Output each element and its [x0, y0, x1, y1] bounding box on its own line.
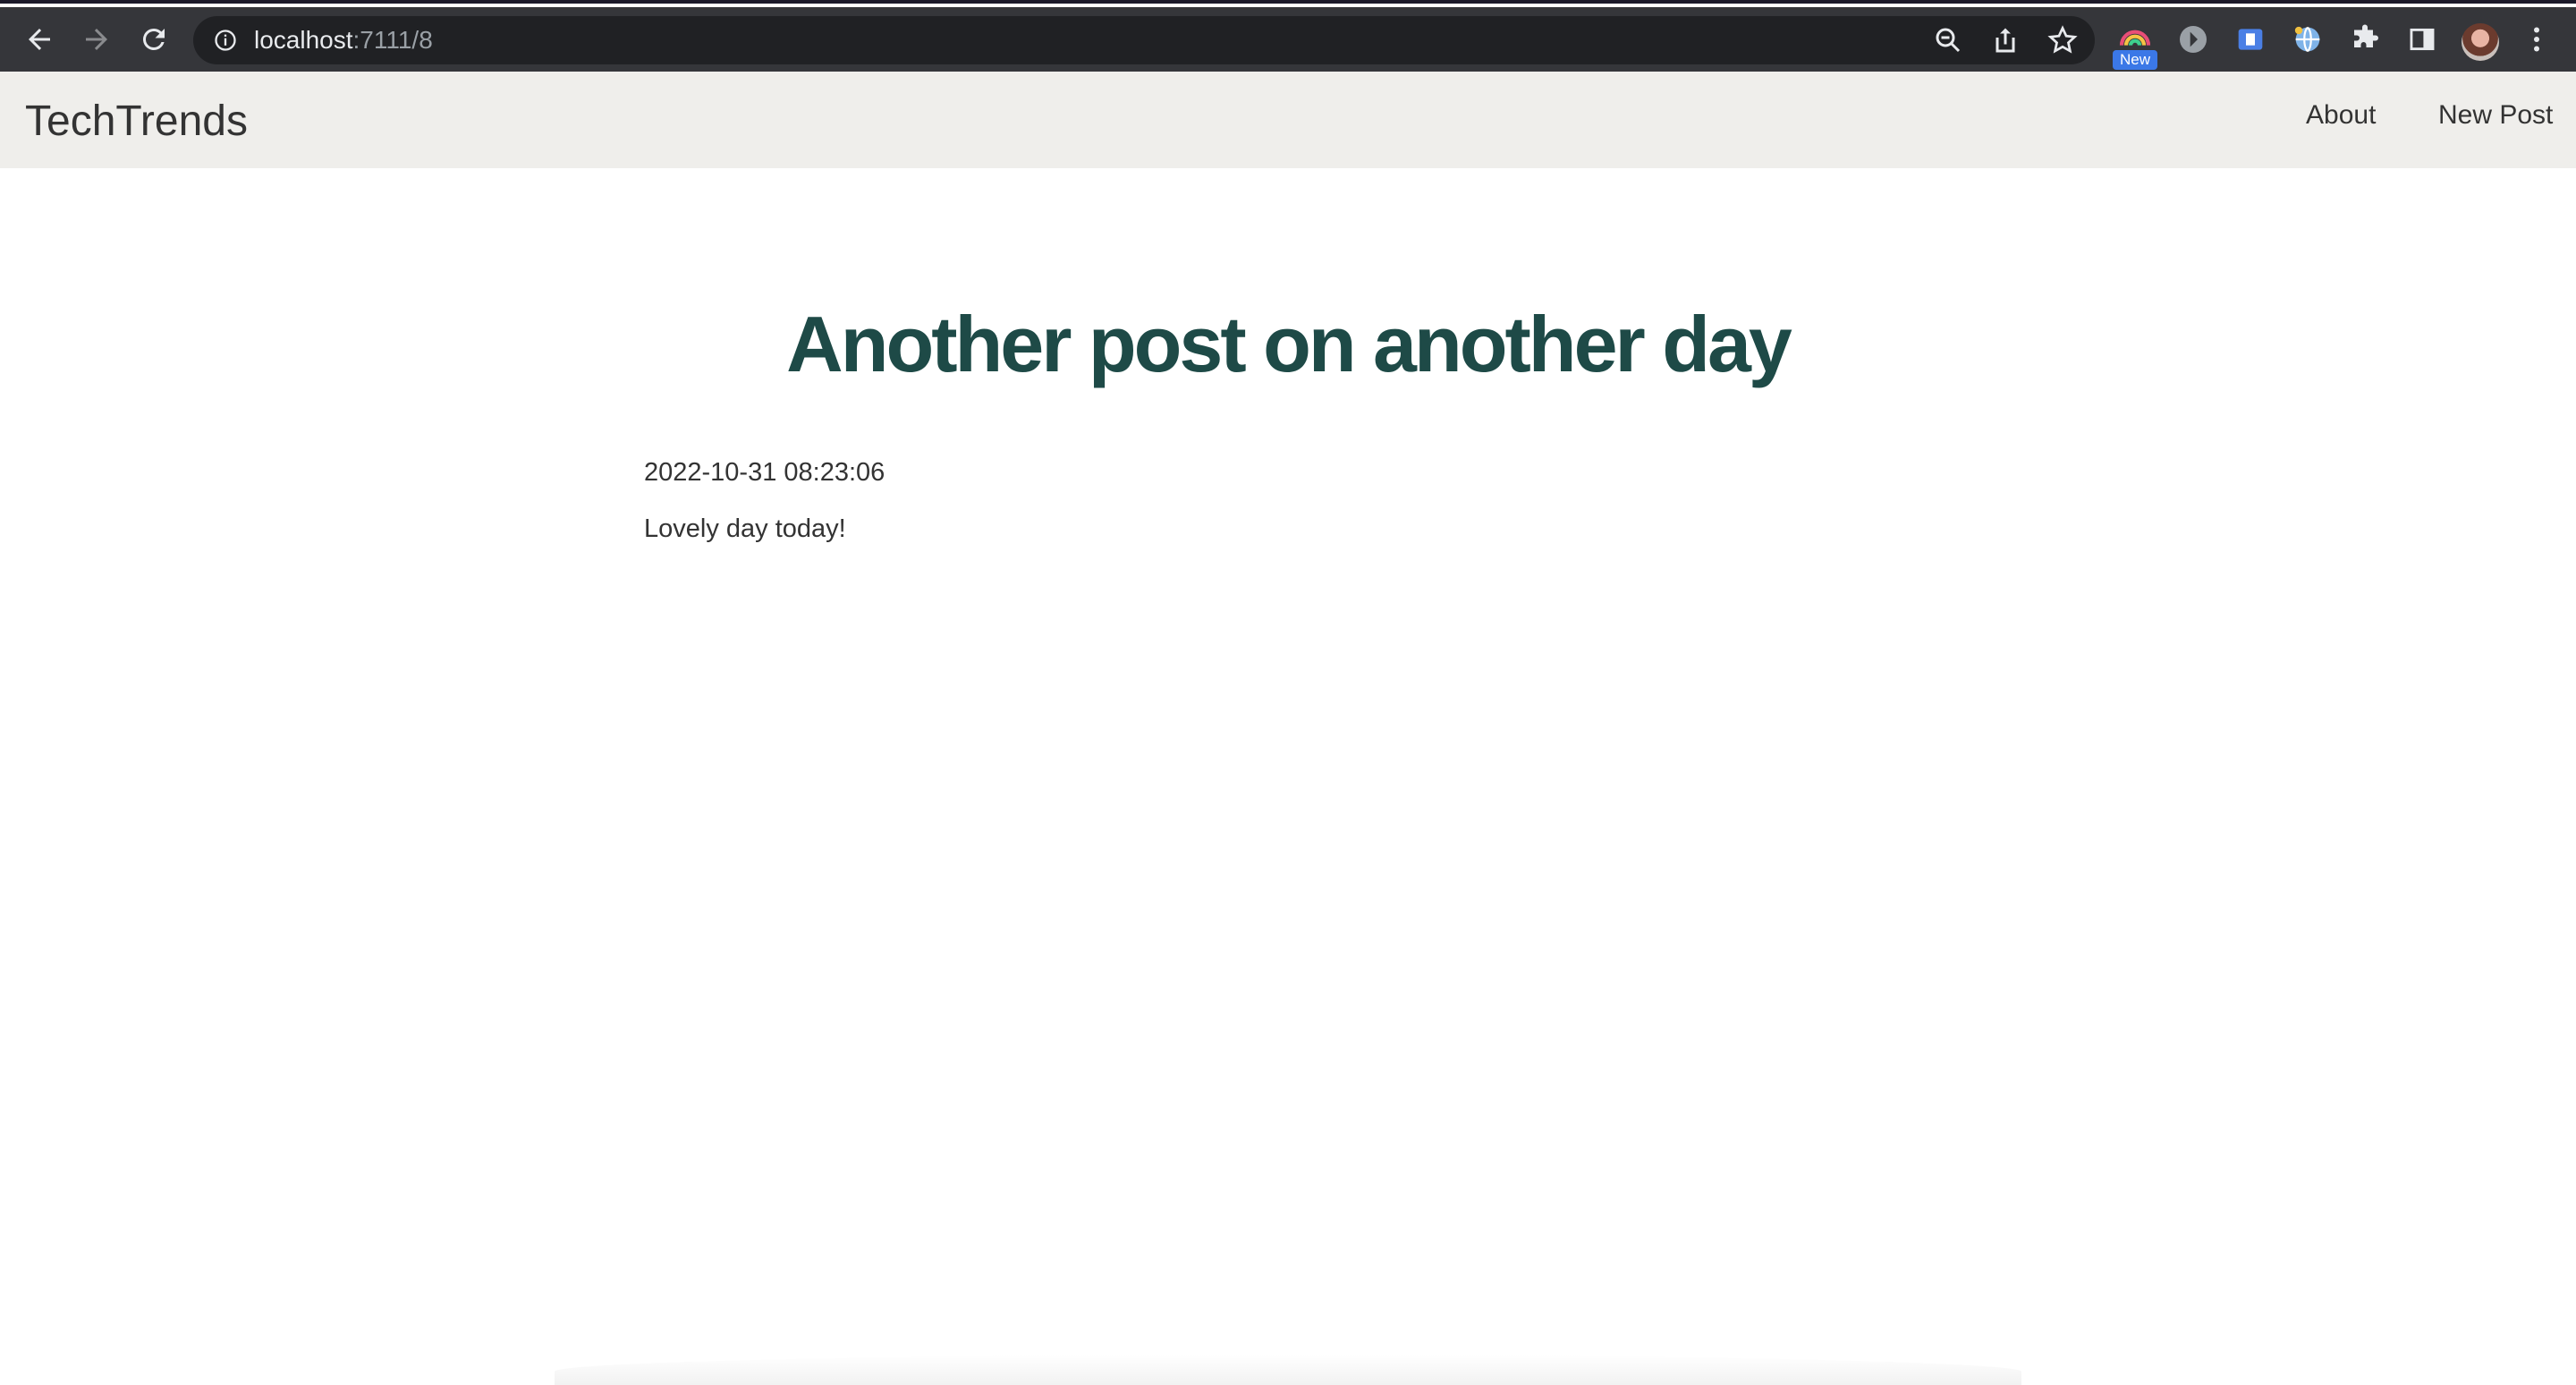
globe-icon	[2294, 26, 2320, 53]
brand-link[interactable]: TechTrends	[25, 97, 248, 146]
zoom-icon[interactable]	[1932, 24, 1964, 56]
extension-globe-icon[interactable]	[2290, 21, 2326, 57]
url-path: :7111/8	[352, 26, 433, 54]
post-content: Lovely day today!	[644, 514, 846, 543]
address-bar[interactable]: localhost:7111/8	[193, 16, 2095, 64]
post-title: Another post on another day	[786, 300, 1792, 388]
side-panel-button[interactable]	[2404, 21, 2440, 57]
browser-window: localhost:7111/8 New TechTrends About Ne…	[0, 0, 2576, 1385]
reload-icon	[142, 28, 165, 50]
post-created-date: 2022-10-31 08:23:06	[644, 458, 886, 487]
extension-new-badge: New	[2113, 50, 2157, 70]
profile-avatar[interactable]	[2462, 23, 2499, 61]
reload-button[interactable]	[127, 7, 181, 72]
nav-new-post-link[interactable]: New Post	[2438, 100, 2553, 131]
star-icon[interactable]	[2046, 24, 2079, 56]
extensions-button[interactable]	[2347, 21, 2383, 57]
url-host: localhost	[254, 26, 353, 54]
arrow-left-icon	[29, 29, 50, 50]
browser-menu-button[interactable]	[2519, 21, 2555, 57]
forward-button[interactable]	[70, 7, 123, 72]
nav-about-link[interactable]: About	[2306, 100, 2376, 131]
circle-play-icon	[2180, 26, 2207, 53]
blue-square-icon	[2238, 29, 2263, 50]
arrow-right-icon	[86, 29, 107, 50]
site-navbar: TechTrends About New Post	[0, 72, 2576, 168]
url-text[interactable]: localhost:7111/8	[254, 16, 433, 64]
browser-toolbar: localhost:7111/8 New	[0, 7, 2576, 72]
extension-blue-icon[interactable]	[2233, 21, 2268, 57]
extension-grey-circle-icon[interactable]	[2175, 21, 2211, 57]
side-panel-icon	[2410, 28, 2435, 51]
share-icon[interactable]	[1989, 24, 2021, 56]
kebab-menu-icon	[2534, 27, 2539, 52]
info-icon[interactable]	[213, 28, 238, 53]
back-button[interactable]	[13, 7, 66, 72]
bottom-shadow	[555, 1355, 2021, 1385]
puzzle-icon	[2354, 24, 2378, 47]
